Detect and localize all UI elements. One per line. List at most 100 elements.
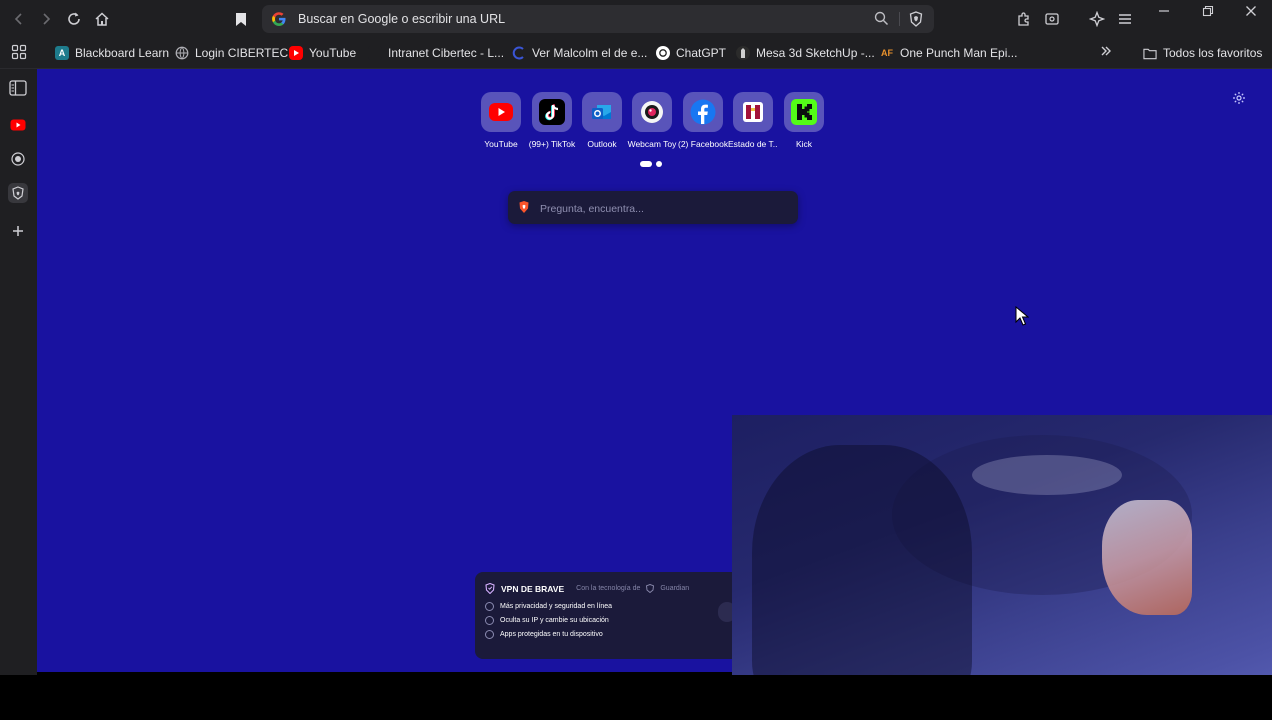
bookmark-label: Ver Malcolm el de e...	[532, 46, 648, 60]
top-site-label: Estado de T...	[728, 139, 778, 149]
youtube-icon	[289, 46, 303, 60]
vpn-feature-text: Más privacidad y seguridad en línea	[500, 603, 613, 610]
all-favorites-label: Todos los favoritos	[1163, 46, 1263, 60]
bookmark-ver-malcolm[interactable]: Ver Malcolm el de e...	[512, 45, 647, 61]
google-icon	[271, 11, 287, 27]
wallet-icon[interactable]	[1043, 10, 1061, 28]
sidebar-panel-icon[interactable]	[9, 79, 27, 97]
brave-shields-icon[interactable]	[908, 11, 924, 27]
vpn-feature: Más privacidad y seguridad en línea	[485, 602, 612, 611]
search-input[interactable]	[538, 199, 792, 219]
tiktok-icon	[532, 92, 572, 132]
folder-icon	[1143, 46, 1157, 60]
top-site-outlook[interactable]: Outlook	[577, 92, 627, 149]
bookmark-login-cibertec[interactable]: Login CIBERTEC	[175, 45, 288, 61]
top-site-label: Kick	[795, 139, 813, 149]
sidebar-record-icon[interactable]	[9, 150, 27, 168]
address-input[interactable]: Buscar en Google o escribir una URL	[298, 12, 505, 26]
address-divider	[899, 12, 900, 26]
bookmark-label: ChatGPT	[676, 46, 727, 60]
back-icon[interactable]	[10, 10, 28, 28]
search-box[interactable]	[508, 191, 798, 224]
bookmark-icon[interactable]	[232, 10, 250, 28]
top-site-facebook[interactable]: (2) Facebook	[678, 92, 728, 149]
sidebar	[0, 69, 37, 675]
bookmark-label: Mesa 3d SketchUp -...	[756, 46, 875, 60]
all-favorites-folder[interactable]: Todos los favoritos	[1143, 45, 1262, 61]
outlook-icon	[582, 92, 622, 132]
webcam-highlight	[972, 455, 1122, 495]
guardian-icon	[646, 584, 655, 593]
estado-icon	[733, 92, 773, 132]
home-icon[interactable]	[93, 10, 111, 28]
bookmark-label: Login CIBERTEC	[195, 46, 289, 60]
gear-icon[interactable]	[1232, 91, 1246, 105]
bookmark-label: Intranet Cibertec - L...	[388, 46, 505, 60]
bookmark-label: Blackboard Learn	[75, 46, 170, 60]
reload-icon[interactable]	[65, 10, 83, 28]
extensions-icon[interactable]	[1015, 10, 1033, 28]
bookmark-intranet-cibertec[interactable]: Intranet Cibertec - L...	[368, 45, 504, 61]
bookmark-blackboard[interactable]: A Blackboard Learn	[55, 45, 169, 61]
cibertec-icon	[368, 46, 382, 60]
menu-icon[interactable]	[1116, 10, 1134, 28]
bookmark-chatgpt[interactable]: ChatGPT	[656, 45, 726, 61]
top-site-youtube[interactable]: YouTube	[476, 92, 526, 149]
minimize-icon[interactable]	[1156, 4, 1172, 18]
top-site-kick[interactable]: Kick	[779, 92, 829, 149]
restore-icon[interactable]	[1200, 4, 1216, 18]
leo-ai-icon[interactable]	[1088, 10, 1106, 28]
brave-lion-icon	[517, 200, 531, 214]
check-icon	[485, 630, 494, 639]
vpn-shield-icon	[485, 583, 495, 594]
kick-icon	[784, 92, 824, 132]
top-site-label: Outlook	[587, 139, 617, 149]
bookmark-sketchup[interactable]: Mesa 3d SketchUp -...	[736, 45, 875, 61]
top-site-webcam-toy[interactable]: Webcam Toy	[627, 92, 677, 149]
top-site-label: YouTube	[484, 139, 518, 149]
webcam-toy-icon	[632, 92, 672, 132]
webcam-cloth-shape	[1102, 500, 1192, 615]
bookmark-label: One Punch Man Epi...	[900, 46, 1018, 60]
bookmark-label: YouTube	[309, 46, 357, 60]
animeflv-icon: AF	[881, 48, 893, 58]
sketchup-icon	[736, 46, 750, 60]
blackboard-icon: A	[55, 46, 69, 60]
address-bar[interactable]: Buscar en Google o escribir una URL	[262, 5, 934, 33]
vpn-feature: Oculta su IP y cambie su ubicación	[485, 616, 609, 625]
youtube-icon	[481, 92, 521, 132]
top-site-label: (99+) TikTok	[528, 139, 576, 149]
top-site-estado[interactable]: Estado de T...	[728, 92, 778, 149]
page-dot-active[interactable]	[640, 161, 652, 167]
vpn-title: VPN DE BRAVE	[501, 583, 565, 594]
bookmark-one-punch-man[interactable]: AF One Punch Man Epi...	[880, 45, 1017, 61]
vpn-header: VPN DE BRAVE Con la tecnología de Guardi…	[485, 583, 689, 594]
screen-bottom-area	[0, 675, 1272, 720]
forward-icon[interactable]	[37, 10, 55, 28]
mouse-pointer-icon	[1015, 305, 1030, 326]
check-icon	[485, 602, 494, 611]
search-icon[interactable]	[874, 11, 890, 27]
chevron-double-right-icon[interactable]	[1098, 43, 1114, 59]
globe-icon	[175, 46, 189, 60]
sidebar-youtube-icon[interactable]	[9, 116, 27, 134]
page-dot[interactable]	[656, 161, 662, 167]
top-site-label: Webcam Toy	[627, 139, 677, 149]
vpn-provider: Guardian	[660, 585, 690, 592]
browser-toolbar: Buscar en Google o escribir una URL	[0, 0, 1272, 38]
chatgpt-icon	[656, 46, 670, 60]
top-sites: YouTube (99+) TikTok Outlook Webcam Toy …	[476, 92, 836, 152]
sidebar-add-icon[interactable]	[9, 222, 27, 240]
top-site-tiktok[interactable]: (99+) TikTok	[527, 92, 577, 149]
facebook-icon	[683, 92, 723, 132]
top-sites-pagination[interactable]	[640, 161, 664, 167]
close-icon[interactable]	[1243, 3, 1259, 19]
bookmark-youtube[interactable]: YouTube	[289, 45, 356, 61]
vpn-promo-card[interactable]: VPN DE BRAVE Con la tecnología de Guardi…	[475, 572, 740, 659]
apps-grid-icon[interactable]	[10, 43, 28, 61]
check-icon	[485, 616, 494, 625]
vpn-feature-text: Apps protegidas en tu dispositivo	[500, 631, 603, 638]
vpn-feature: Apps protegidas en tu dispositivo	[485, 630, 603, 639]
sidebar-vpn-shield-icon[interactable]	[8, 183, 28, 203]
streaming-icon	[512, 46, 526, 60]
